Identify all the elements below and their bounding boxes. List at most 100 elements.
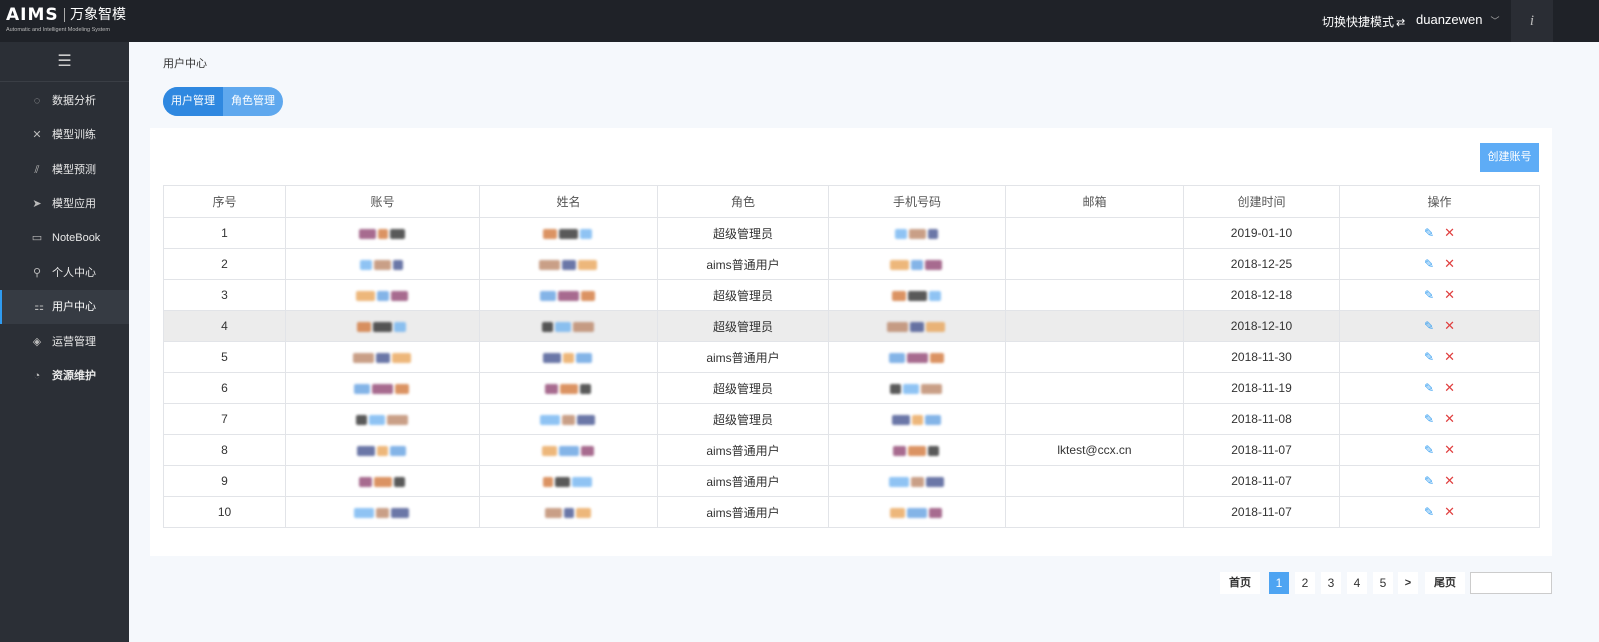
redacted-value: [893, 443, 941, 457]
sidebar-item-model-apply[interactable]: ➤ 模型应用: [0, 187, 129, 221]
app-logo[interactable]: AIMS 万象智模 Automatic and Intelligent Mode…: [6, 5, 134, 37]
cell-email: [1005, 403, 1184, 435]
sidebar-item-user-center[interactable]: ⚏ 用户中心: [0, 290, 129, 324]
logo-name: 万象智模: [70, 7, 126, 23]
redacted-value: [354, 505, 411, 519]
cell-email: [1005, 341, 1184, 373]
next-page-button[interactable]: >: [1398, 572, 1418, 594]
sidebar-item-label: 数据分析: [52, 95, 96, 107]
sidebar-item-notebook[interactable]: ▭ NoteBook: [0, 221, 129, 255]
edit-icon[interactable]: ✎: [1424, 350, 1434, 364]
notebook-icon: ▭: [31, 232, 43, 244]
table-row[interactable]: 9 aims普通用户 2018-11-07 ✎ ✕: [163, 465, 1540, 497]
logo-divider: [64, 8, 65, 22]
delete-icon[interactable]: ✕: [1444, 504, 1455, 519]
edit-icon[interactable]: ✎: [1424, 257, 1434, 271]
user-center-icon: ⚏: [34, 301, 44, 313]
cell-name: [479, 403, 658, 435]
delete-icon[interactable]: ✕: [1444, 442, 1455, 457]
page-number-button[interactable]: 3: [1321, 572, 1341, 594]
cell-account: [285, 248, 480, 280]
tab-user-management[interactable]: 用户管理: [163, 87, 223, 116]
edit-icon[interactable]: ✎: [1424, 505, 1434, 519]
cell-account: [285, 372, 480, 404]
edit-icon[interactable]: ✎: [1424, 288, 1434, 302]
sidebar-item-label: 资源维护: [52, 370, 96, 382]
cell-email: [1005, 217, 1184, 249]
page-jump-input[interactable]: [1470, 572, 1552, 594]
redacted-value: [355, 288, 410, 302]
cell-name: [479, 341, 658, 373]
redacted-value: [544, 505, 593, 519]
switch-mode-button[interactable]: 切换快捷模式 ⇄: [1322, 13, 1405, 30]
table-row[interactable]: 3 超级管理员 2018-12-18 ✎ ✕: [163, 279, 1540, 311]
cell-email: [1005, 465, 1184, 497]
cell-index: 1: [163, 217, 286, 249]
edit-icon[interactable]: ✎: [1424, 319, 1434, 333]
page-number-button[interactable]: 2: [1295, 572, 1315, 594]
cell-created: 2018-11-07: [1183, 496, 1340, 528]
redacted-value: [894, 226, 940, 240]
sidebar-item-person[interactable]: ⚲ 个人中心: [0, 256, 129, 290]
page-number-button[interactable]: 1: [1269, 572, 1289, 594]
delete-icon[interactable]: ✕: [1444, 411, 1455, 426]
menu-toggle-icon[interactable]: ☰: [0, 42, 129, 82]
table-row[interactable]: 5 aims普通用户 2018-11-30 ✎ ✕: [163, 341, 1540, 373]
info-icon: i: [1529, 13, 1535, 29]
page-number-button[interactable]: 5: [1373, 572, 1393, 594]
redacted-value: [360, 257, 405, 271]
cell-index: 8: [163, 434, 286, 466]
delete-icon[interactable]: ✕: [1444, 473, 1455, 488]
redacted-value: [891, 288, 943, 302]
delete-icon[interactable]: ✕: [1444, 256, 1455, 271]
create-account-button[interactable]: 创建账号: [1480, 143, 1539, 172]
redacted-value: [352, 350, 413, 364]
tab-role-management[interactable]: 角色管理: [223, 87, 283, 116]
first-page-button[interactable]: 首页: [1220, 572, 1260, 594]
delete-icon[interactable]: ✕: [1444, 318, 1455, 333]
cell-created: 2018-11-07: [1183, 434, 1340, 466]
cell-actions: ✎ ✕: [1339, 248, 1540, 280]
delete-icon[interactable]: ✕: [1444, 380, 1455, 395]
sidebar-item-data-analysis[interactable]: ◌ 数据分析: [0, 84, 129, 118]
table-row[interactable]: 10 aims普通用户 2018-11-07 ✎ ✕: [163, 496, 1540, 528]
cell-email: [1005, 496, 1184, 528]
redacted-value: [890, 381, 944, 395]
sidebar-item-operations[interactable]: ◈ 运营管理: [0, 325, 129, 359]
cell-role: 超级管理员: [657, 217, 829, 249]
col-header-phone: 手机号码: [828, 185, 1006, 218]
delete-icon[interactable]: ✕: [1444, 287, 1455, 302]
table-row[interactable]: 1 超级管理员 2019-01-10 ✎ ✕: [163, 217, 1540, 249]
table-row[interactable]: 2 aims普通用户 2018-12-25 ✎ ✕: [163, 248, 1540, 280]
edit-icon[interactable]: ✎: [1424, 474, 1434, 488]
sidebar-item-resource[interactable]: ◔ 资源维护: [0, 359, 129, 393]
edit-icon[interactable]: ✎: [1424, 226, 1434, 240]
page-number-button[interactable]: 4: [1347, 572, 1367, 594]
cell-actions: ✎ ✕: [1339, 341, 1540, 373]
last-page-button[interactable]: 尾页: [1425, 572, 1465, 594]
cell-account: [285, 217, 480, 249]
info-button[interactable]: i: [1511, 0, 1553, 42]
delete-icon[interactable]: ✕: [1444, 225, 1455, 240]
sidebar-item-model-predict[interactable]: ⫽ 模型预测: [0, 153, 129, 187]
cell-account: [285, 465, 480, 497]
redacted-value: [888, 474, 946, 488]
cell-role: aims普通用户: [657, 465, 829, 497]
logo-mark: AIMS: [6, 5, 59, 25]
edit-icon[interactable]: ✎: [1424, 381, 1434, 395]
cell-email: [1005, 279, 1184, 311]
table-row[interactable]: 7 超级管理员 2018-11-08 ✎ ✕: [163, 403, 1540, 435]
edit-icon[interactable]: ✎: [1424, 443, 1434, 457]
tab-group: 用户管理 角色管理: [163, 87, 283, 116]
edit-icon[interactable]: ✎: [1424, 412, 1434, 426]
delete-icon[interactable]: ✕: [1444, 349, 1455, 364]
username: duanzewen: [1416, 12, 1483, 27]
user-menu[interactable]: duanzewen ﹀: [1416, 12, 1500, 27]
sidebar-item-label: NoteBook: [52, 232, 101, 244]
table-row[interactable]: 8 aims普通用户 lktest@ccx.cn 2018-11-07 ✎ ✕: [163, 434, 1540, 466]
table-row[interactable]: 6 超级管理员 2018-11-19 ✎ ✕: [163, 372, 1540, 404]
cell-created: 2018-12-25: [1183, 248, 1340, 280]
redacted-value: [357, 443, 408, 457]
sidebar-item-model-training[interactable]: ✕ 模型训练: [0, 118, 129, 152]
table-row[interactable]: 4 超级管理员 2018-12-10 ✎ ✕: [163, 310, 1540, 342]
